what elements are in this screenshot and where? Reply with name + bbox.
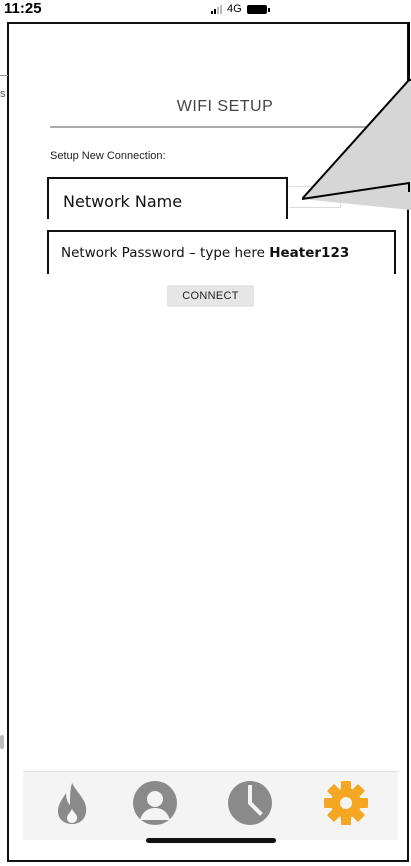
clock-icon — [228, 781, 272, 825]
user-icon — [133, 781, 177, 825]
tab-flame[interactable] — [47, 778, 97, 828]
network-password-field[interactable]: Network Password – type here Heater123 — [47, 230, 396, 274]
background-scroll-nub — [0, 735, 4, 749]
password-value: Heater123 — [269, 245, 350, 261]
flame-icon — [58, 783, 87, 824]
network-name-annotation: Network Name — [47, 177, 288, 219]
tab-settings[interactable] — [321, 778, 371, 828]
background-partial-text: s — [0, 88, 6, 100]
signal-icon — [211, 4, 222, 14]
home-indicator[interactable] — [146, 838, 276, 843]
gear-icon — [324, 781, 368, 825]
battery-icon — [246, 4, 270, 14]
connect-button[interactable]: CONNECT — [167, 285, 254, 307]
setup-subheading: Setup New Connection: — [50, 150, 166, 162]
tab-schedule[interactable] — [225, 778, 275, 828]
status-bar: 11:25 4G — [0, 0, 411, 22]
tab-profile[interactable] — [130, 778, 180, 828]
network-type: 4G — [227, 3, 242, 15]
callout-shape — [302, 22, 411, 210]
status-icons: 4G — [211, 3, 270, 15]
tab-bar — [23, 771, 398, 840]
status-time: 11:25 — [4, 0, 42, 17]
network-name-label: Network Name — [63, 192, 183, 211]
password-instruction: Network Password – type here — [61, 245, 270, 261]
background-divider — [0, 75, 8, 76]
